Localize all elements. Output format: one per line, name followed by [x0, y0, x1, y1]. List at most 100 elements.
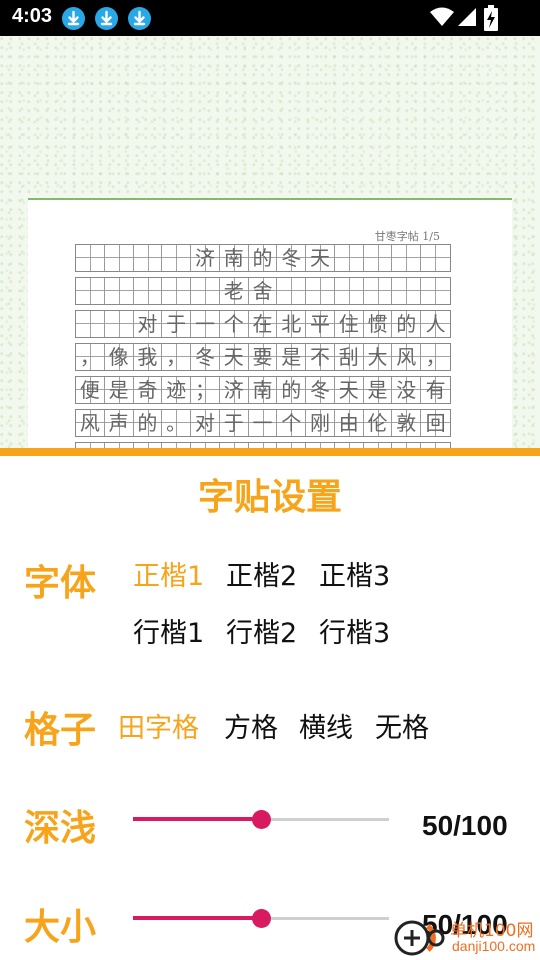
- grid-cell: [76, 245, 105, 271]
- size-label: 大小: [24, 907, 97, 948]
- grid-cell: 老: [219, 278, 249, 304]
- grid-cell: [277, 278, 307, 304]
- depth-slider[interactable]: [133, 809, 389, 829]
- page-header: 甘枣字帖 1/5: [374, 230, 440, 243]
- font-label: 字体: [24, 563, 97, 604]
- grid-cell: [76, 311, 105, 337]
- battery-charging-icon: [484, 5, 498, 35]
- grid-cell: 我: [133, 344, 163, 370]
- grid-cell: 是: [277, 344, 307, 370]
- grid-cell: 于: [162, 311, 192, 337]
- grid-cell: 住: [334, 311, 364, 337]
- copybook-page: 甘枣字帖 1/5 济南的冬天老舍对于一个在北平住惯的人，像我，冬天要是不刮大风，…: [28, 198, 512, 448]
- watermark: 单机100网 danji100.com: [392, 914, 540, 960]
- signal-icon: [457, 7, 477, 31]
- grid-cell: 平: [306, 311, 335, 337]
- grid-cell: [104, 311, 134, 337]
- grid-cell: 奇: [133, 377, 163, 403]
- grid-cell: 对: [133, 311, 163, 337]
- grid-row: 济南的冬天: [75, 244, 451, 272]
- size-slider-fill: [133, 916, 261, 920]
- size-slider[interactable]: [133, 908, 389, 928]
- grid-cell: 的: [392, 311, 422, 337]
- size-slider-thumb[interactable]: [252, 909, 271, 928]
- grid-cell: 的: [133, 410, 163, 436]
- grid-cell: 天: [306, 245, 335, 271]
- grid-row: 对于一个在北平住惯的人: [75, 310, 451, 338]
- grid-cell: [162, 245, 192, 271]
- grid-cell: 由: [334, 410, 364, 436]
- font-option-xingkai3[interactable]: 行楷3: [319, 611, 390, 650]
- grid-cell: [76, 278, 105, 304]
- grid-row: ，像我，冬天要是不刮大风，: [75, 343, 451, 371]
- grid-cell: [392, 278, 422, 304]
- grid-cell: 个: [219, 311, 249, 337]
- grid-cell: 声: [104, 410, 134, 436]
- grid-cell: [334, 278, 364, 304]
- grid-row: 老舍: [75, 277, 451, 305]
- download-icon: [62, 7, 85, 30]
- grid-cell: 南: [248, 377, 278, 403]
- grid-cell: 冬: [277, 245, 307, 271]
- grid-cell: [133, 278, 163, 304]
- font-option-zhengkai3[interactable]: 正楷3: [319, 554, 390, 593]
- grid-cell: 南: [219, 245, 249, 271]
- grid-cell: [104, 278, 134, 304]
- grid-cell: 一: [248, 410, 278, 436]
- grid-cell: 风: [76, 410, 105, 436]
- grid-cell: 人: [421, 311, 450, 337]
- watermark-en-text: danji100.com: [452, 938, 536, 954]
- grid-cell: 大: [363, 344, 393, 370]
- depth-label: 深浅: [24, 808, 97, 849]
- grid-cell: 天: [219, 344, 249, 370]
- download-icon: [128, 7, 151, 30]
- settings-panel: 字贴设置 字体 正楷1 正楷2 正楷3 行楷1 行楷2 行楷3 格子 田字格 方…: [0, 448, 540, 960]
- grid-cell: 在: [248, 311, 278, 337]
- grid-cell: [104, 245, 134, 271]
- grid-cell: 回: [421, 410, 450, 436]
- grid-cell: 迹: [162, 377, 192, 403]
- grid-cell: [363, 278, 393, 304]
- watermark-logo-icon: [394, 920, 445, 956]
- grid-cell: 没: [392, 377, 422, 403]
- grid-cell: [421, 245, 450, 271]
- grid-cell: 北: [277, 311, 307, 337]
- grid-cell: [334, 245, 364, 271]
- depth-slider-thumb[interactable]: [252, 810, 271, 829]
- grid-option-tianzige[interactable]: 田字格: [118, 706, 199, 745]
- grid-cell: 便: [76, 377, 105, 403]
- grid-cell: [191, 278, 220, 304]
- grid-cell: 伦: [363, 410, 393, 436]
- font-option-xingkai1[interactable]: 行楷1: [133, 611, 204, 650]
- grid-cell: 对: [191, 410, 220, 436]
- grid-cell: 风: [392, 344, 422, 370]
- grid-option-hengxian[interactable]: 横线: [299, 706, 353, 745]
- grid-cell: 。: [162, 410, 192, 436]
- grid-option-wuge[interactable]: 无格: [375, 706, 429, 745]
- grid-cell: 是: [363, 377, 393, 403]
- font-option-zhengkai1[interactable]: 正楷1: [133, 554, 204, 593]
- grid-cell: 像: [104, 344, 134, 370]
- grid-cell: [133, 245, 163, 271]
- wifi-icon: [430, 7, 454, 31]
- grid-cell: 敦: [392, 410, 422, 436]
- grid-cell: 冬: [306, 377, 335, 403]
- grid-cell: [392, 245, 422, 271]
- font-option-xingkai2[interactable]: 行楷2: [226, 611, 297, 650]
- grid-cell: 是: [104, 377, 134, 403]
- grid-cell: 冬: [191, 344, 220, 370]
- grid-cell: 济: [219, 377, 249, 403]
- grid-cell: 不: [306, 344, 335, 370]
- grid-option-fangge[interactable]: 方格: [224, 706, 278, 745]
- grid-cell: 个: [277, 410, 307, 436]
- grid-cell: [162, 278, 192, 304]
- font-option-zhengkai2[interactable]: 正楷2: [226, 554, 297, 593]
- grid-cell: [421, 278, 450, 304]
- grid-cell: [306, 278, 335, 304]
- grid-cell: ，: [76, 344, 105, 370]
- grid-cell: 舍: [248, 278, 278, 304]
- status-bar: 4:03: [0, 0, 540, 36]
- grid-cell: ；: [191, 377, 220, 403]
- grid-cell: 的: [248, 245, 278, 271]
- status-time: 4:03: [12, 5, 53, 27]
